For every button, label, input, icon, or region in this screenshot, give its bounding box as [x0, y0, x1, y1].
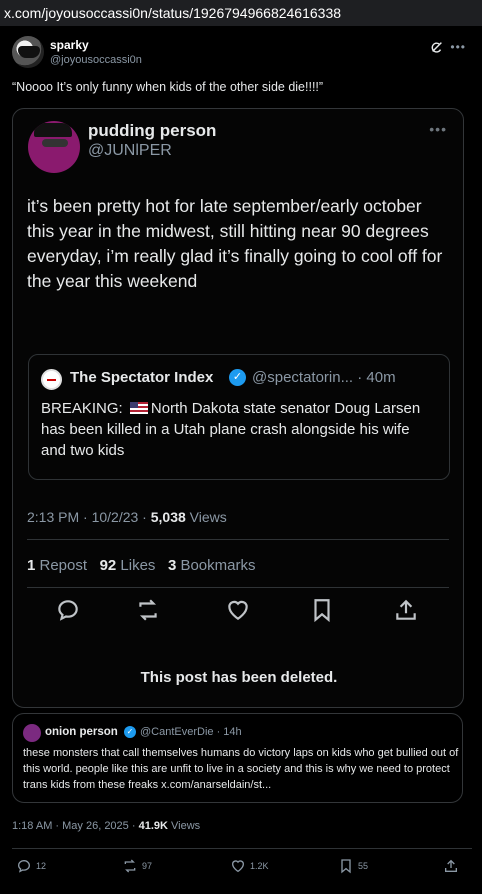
post-header: sparky @joyousoccassi0n ••• [12, 36, 472, 72]
reply-button[interactable]: 12 [16, 856, 46, 876]
quoted-post-meta: 2:13 PM · 10/2/23 · 5,038 Views [27, 509, 227, 525]
quoted-avatar [28, 121, 80, 173]
post-views-count: 41.9K [138, 820, 168, 832]
inner-quote-text: BREAKING: North Dakota state senator Dou… [41, 398, 433, 461]
spectator-logo-icon [41, 369, 62, 390]
verified-icon: ✓ [124, 726, 136, 738]
quoted-views-count: 5,038 [150, 509, 186, 525]
post-time[interactable]: 1:18 AM · May 26, 2025 · [12, 820, 139, 832]
like-icon [231, 860, 245, 873]
quoted-tweet-text: these monsters that call themselves huma… [23, 747, 459, 791]
repost-count: 97 [142, 861, 153, 871]
bookmark-button[interactable]: 55 [338, 856, 368, 876]
quoted-post-time: 2:13 PM · 10/2/23 · [27, 509, 151, 525]
share-icon [445, 859, 457, 872]
bookmark-icon [314, 599, 330, 623]
bookmark-count: 55 [358, 861, 369, 871]
browser-url-bar[interactable]: x.com/joyousoccassi0n/status/19267949668… [0, 0, 482, 26]
more-icon: ••• [429, 121, 447, 137]
like-button[interactable]: 1.2K [230, 856, 269, 876]
author-name[interactable]: sparky [50, 38, 89, 52]
post-meta: 1:18 AM · May 26, 2025 · 41.9K Views [12, 820, 200, 832]
quoted-author-handle: @JUNlPER [88, 142, 172, 159]
deleted-notice: This post has been deleted. [140, 669, 338, 686]
quoted-post-stats: 1 Repost 92 Likes 3 Bookmarks [27, 557, 256, 574]
quoted-views-label: Views [185, 509, 227, 525]
share-icon [396, 599, 416, 620]
quoted-tweet-author: onion person [45, 726, 118, 738]
repost-button[interactable]: 97 [122, 856, 152, 876]
post-action-bar: 12 97 1.2K 55 [0, 856, 482, 880]
repost-icon [124, 859, 136, 873]
like-count: 1.2K [250, 861, 269, 871]
reply-icon [58, 600, 78, 621]
inner-quote-prefix: BREAKING: [41, 400, 127, 417]
avatar[interactable] [12, 36, 44, 68]
likes-count: 92 [99, 557, 117, 574]
quoted-action-bar [13, 597, 463, 627]
quoted-tweet-handle: @CantEverDie · 14h [140, 726, 242, 738]
inner-quote-handle: @spectatorin... · 40m [252, 369, 396, 386]
inner-quote-author: The Spectator Index [70, 369, 214, 386]
quoted-screenshot[interactable]: pudding person @JUNlPER ••• it’s been pr… [12, 108, 464, 708]
quoted-post-text: it’s been pretty hot for late september/… [27, 196, 443, 291]
quoted-tweet-card[interactable]: onion person ✓ @CantEverDie · 14h these … [12, 713, 463, 803]
repost-icon [139, 599, 157, 621]
repost-label: Repost [35, 557, 88, 574]
verified-icon: ✓ [229, 369, 246, 386]
post-text: “Noooo It’s only funny when kids of the … [12, 80, 324, 94]
likes-label: Likes [116, 557, 156, 574]
author-handle[interactable]: @joyousoccassi0n [50, 54, 142, 66]
divider [27, 587, 449, 588]
like-icon [228, 600, 248, 620]
more-icon[interactable]: ••• [450, 40, 466, 54]
inner-quote-card: The Spectator Index ✓ @spectatorin... · … [28, 354, 450, 480]
bookmarks-label: Bookmarks [176, 557, 256, 574]
share-button[interactable] [443, 856, 459, 876]
post-views-label: Views [167, 820, 201, 832]
reply-icon [17, 859, 31, 873]
quoted-author-name: pudding person [88, 121, 217, 140]
avatar [23, 724, 41, 742]
divider [12, 848, 472, 849]
grok-icon[interactable] [430, 40, 444, 54]
bookmark-icon [341, 859, 351, 874]
divider [27, 539, 449, 540]
flag-us-icon [129, 402, 148, 414]
reply-count: 12 [36, 861, 47, 871]
